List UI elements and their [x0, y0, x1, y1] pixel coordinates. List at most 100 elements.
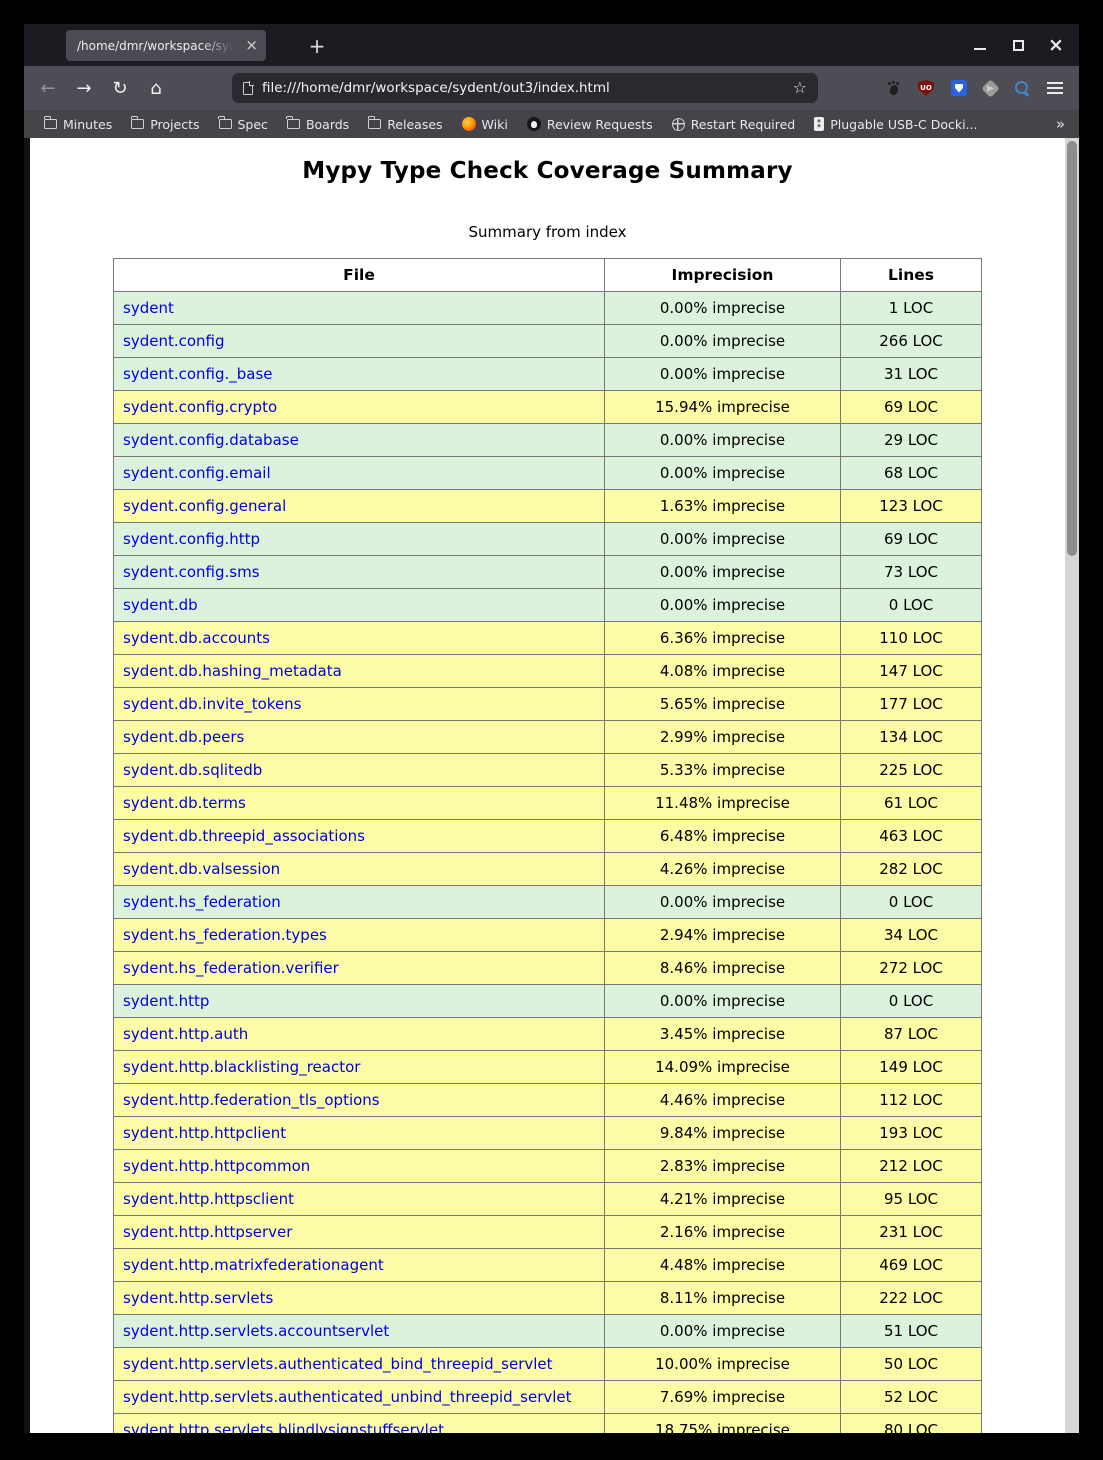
imprecision-cell: 9.84% imprecise [605, 1117, 841, 1150]
file-link[interactable]: sydent.http.httpserver [123, 1223, 292, 1241]
lines-cell: 51 LOC [841, 1315, 982, 1348]
table-row: sydent.http.federation_tls_options 4.46%… [114, 1084, 982, 1117]
file-link[interactable]: sydent.hs_federation [123, 893, 281, 911]
back-button[interactable]: ← [36, 78, 60, 99]
url-bar[interactable]: file:///home/dmr/workspace/sydent/out3/i… [232, 73, 818, 103]
forward-button[interactable]: → [72, 78, 96, 99]
file-link[interactable]: sydent.http.matrixfederationagent [123, 1256, 384, 1274]
file-link[interactable]: sydent.config.email [123, 464, 271, 482]
file-link[interactable]: sydent [123, 299, 174, 317]
file-link[interactable]: sydent.http.httpclient [123, 1124, 286, 1142]
file-link[interactable]: sydent.hs_federation.types [123, 926, 327, 944]
table-row: sydent.db.peers 2.99% imprecise 134 LOC [114, 721, 982, 754]
imprecision-cell: 0.00% imprecise [605, 523, 841, 556]
imprecision-cell: 4.46% imprecise [605, 1084, 841, 1117]
table-row: sydent.http.servlets.authenticated_bind_… [114, 1348, 982, 1381]
bookmarks-toolbar: Minutes Projects Spec Boards Releases Wi… [24, 110, 1079, 138]
lines-cell: 193 LOC [841, 1117, 982, 1150]
table-row: sydent.hs_federation.verifier 8.46% impr… [114, 952, 982, 985]
lines-cell: 61 LOC [841, 787, 982, 820]
scrollbar-thumb[interactable] [1067, 141, 1077, 556]
bookmark-minutes[interactable]: Minutes [44, 117, 112, 132]
file-link[interactable]: sydent.config [123, 332, 225, 350]
file-link[interactable]: sydent.http.servlets.accountservlet [123, 1322, 389, 1340]
imprecision-cell: 0.00% imprecise [605, 556, 841, 589]
extension-icon[interactable] [981, 79, 999, 97]
file-link[interactable]: sydent.http.auth [123, 1025, 248, 1043]
imprecision-cell: 6.48% imprecise [605, 820, 841, 853]
bookmark-restart-required[interactable]: Restart Required [672, 117, 796, 132]
page-title: Mypy Type Check Coverage Summary [30, 158, 1065, 184]
bookmarks-overflow-chevron[interactable]: » [1056, 115, 1065, 133]
imprecision-cell: 3.45% imprecise [605, 1018, 841, 1051]
url-text[interactable]: file:///home/dmr/workspace/sydent/out3/i… [262, 80, 784, 96]
file-link[interactable]: sydent.http.blacklisting_reactor [123, 1058, 360, 1076]
file-link[interactable]: sydent.http.servlets [123, 1289, 273, 1307]
lines-cell: 282 LOC [841, 853, 982, 886]
file-link[interactable]: sydent.config.database [123, 431, 299, 449]
reload-button[interactable]: ↻ [108, 78, 132, 99]
browser-tab[interactable]: /home/dmr/workspace/syden × [66, 30, 266, 61]
lines-cell: 469 LOC [841, 1249, 982, 1282]
imprecision-cell: 0.00% imprecise [605, 358, 841, 391]
bookmark-plugable-dock[interactable]: Plugable USB-C Docki... [814, 117, 977, 132]
file-link[interactable]: sydent.http.servlets.authenticated_bind_… [123, 1355, 553, 1373]
file-link[interactable]: sydent.db.invite_tokens [123, 695, 302, 713]
imprecision-cell: 4.08% imprecise [605, 655, 841, 688]
bookmark-wiki[interactable]: Wiki [462, 117, 508, 132]
bookmark-projects[interactable]: Projects [131, 117, 199, 132]
lines-cell: 177 LOC [841, 688, 982, 721]
home-button[interactable]: ⌂ [144, 78, 168, 99]
bookmark-releases[interactable]: Releases [368, 117, 442, 132]
file-link[interactable]: sydent.db.hashing_metadata [123, 662, 342, 680]
new-tab-button[interactable]: + [302, 30, 332, 61]
file-link[interactable]: sydent.config.crypto [123, 398, 277, 416]
lines-cell: 123 LOC [841, 490, 982, 523]
bookmark-star-icon[interactable]: ☆ [793, 80, 807, 96]
file-link[interactable]: sydent.config._base [123, 365, 273, 383]
lines-cell: 87 LOC [841, 1018, 982, 1051]
file-link[interactable]: sydent.db.peers [123, 728, 244, 746]
maximize-button[interactable] [1011, 38, 1025, 52]
hamburger-menu-icon[interactable] [1047, 81, 1063, 95]
file-link[interactable]: sydent.db.sqlitedb [123, 761, 262, 779]
file-link[interactable]: sydent.http.httpsclient [123, 1190, 294, 1208]
file-link[interactable]: sydent.db.accounts [123, 629, 270, 647]
minimize-button[interactable] [973, 38, 987, 52]
window-controls: × [973, 24, 1063, 66]
tab-close-icon[interactable]: × [245, 38, 258, 53]
lines-cell: 110 LOC [841, 622, 982, 655]
file-link[interactable]: sydent.http.httpcommon [123, 1157, 310, 1175]
search-icon[interactable] [1014, 80, 1030, 96]
close-button[interactable]: × [1049, 38, 1063, 52]
file-link[interactable]: sydent.config.sms [123, 563, 260, 581]
file-link[interactable]: sydent.hs_federation.verifier [123, 959, 339, 977]
file-link[interactable]: sydent.db.terms [123, 794, 246, 812]
table-row: sydent.config.crypto 15.94% imprecise 69… [114, 391, 982, 424]
file-link[interactable]: sydent.db.valsession [123, 860, 280, 878]
ublock-origin-icon[interactable]: UO [918, 80, 934, 96]
column-header-file: File [114, 259, 605, 292]
folder-icon [219, 119, 232, 129]
bookmark-spec[interactable]: Spec [219, 117, 268, 132]
file-link[interactable]: sydent.http [123, 992, 209, 1010]
file-link[interactable]: sydent.http.servlets.authenticated_unbin… [123, 1388, 572, 1406]
firefox-icon [462, 117, 476, 131]
file-link[interactable]: sydent.db [123, 596, 198, 614]
bookmark-review-requests[interactable]: Review Requests [527, 117, 653, 132]
lines-cell: 147 LOC [841, 655, 982, 688]
file-link[interactable]: sydent.config.general [123, 497, 286, 515]
folder-icon [131, 119, 144, 129]
vertical-scrollbar[interactable] [1065, 138, 1079, 1433]
file-link[interactable]: sydent.http.servlets.blindlysignstuffser… [123, 1421, 444, 1433]
file-link[interactable]: sydent.config.http [123, 530, 260, 548]
bookmark-boards[interactable]: Boards [287, 117, 349, 132]
globe-icon [672, 118, 685, 131]
tab-title: /home/dmr/workspace/syden [77, 39, 241, 53]
file-link[interactable]: sydent.db.threepid_associations [123, 827, 365, 845]
bitwarden-icon[interactable] [951, 80, 967, 96]
folder-icon [368, 119, 381, 129]
table-row: sydent.config.sms 0.00% imprecise 73 LOC [114, 556, 982, 589]
file-link[interactable]: sydent.http.federation_tls_options [123, 1091, 380, 1109]
gnome-foot-icon[interactable] [887, 81, 901, 96]
